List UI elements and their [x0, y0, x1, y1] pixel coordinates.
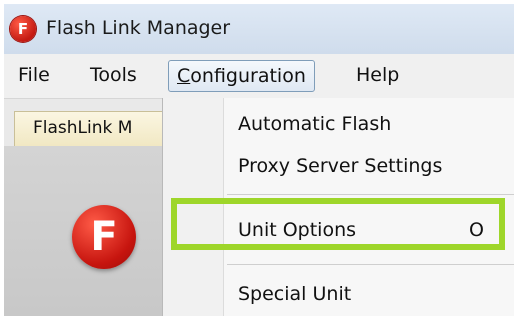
menu-item-label: Automatic Flash — [238, 113, 392, 135]
menu-separator — [227, 194, 514, 195]
menu-item-label: Proxy Server Settings — [238, 155, 443, 177]
menu-item-special-unit[interactable]: Special Unit — [163, 274, 514, 314]
menu-file[interactable]: File — [18, 60, 50, 90]
menu-item-proxy-server-settings[interactable]: Proxy Server Settings — [163, 146, 514, 186]
app-window: F Flash Link Manager File Tools Configur… — [4, 4, 514, 316]
highlight-annotation — [171, 198, 505, 250]
menu-configuration-mnemonic: C — [177, 65, 191, 87]
title-bar: F Flash Link Manager — [4, 4, 514, 54]
pane-tab[interactable]: FlashLink M — [14, 111, 176, 146]
window-title: Flash Link Manager — [46, 17, 231, 39]
menu-bar: File Tools Configuration Help — [4, 54, 514, 99]
configuration-dropdown: Automatic Flash Proxy Server Settings Un… — [162, 98, 514, 316]
menu-item-label: Special Unit — [238, 283, 352, 305]
menu-separator — [227, 264, 514, 265]
main-pane: FlashLink M F — [4, 99, 176, 316]
flashlink-logo-icon: F — [72, 205, 136, 269]
menu-tools[interactable]: Tools — [90, 60, 137, 90]
menu-help[interactable]: Help — [356, 60, 399, 90]
menu-item-automatic-flash[interactable]: Automatic Flash — [163, 104, 514, 144]
pane-tab-label: FlashLink M — [33, 118, 133, 138]
menu-configuration-rest: onfiguration — [190, 65, 306, 87]
app-logo-icon: F — [10, 16, 36, 42]
menu-configuration[interactable]: Configuration — [168, 60, 315, 92]
